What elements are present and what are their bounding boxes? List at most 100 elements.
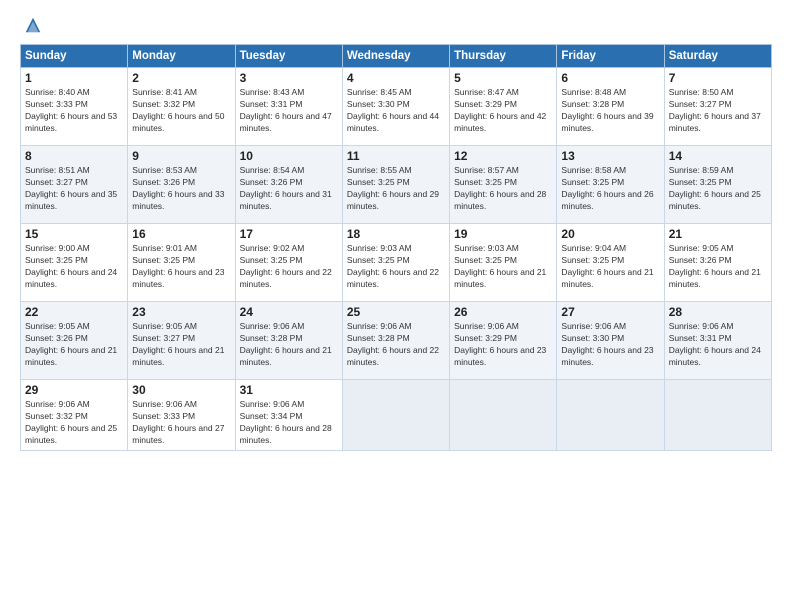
table-row: 8 Sunrise: 8:51 AMSunset: 3:27 PMDaylight… <box>21 146 128 224</box>
day-number: 10 <box>240 149 338 163</box>
day-number: 26 <box>454 305 552 319</box>
day-number: 4 <box>347 71 445 85</box>
table-row: 9 Sunrise: 8:53 AMSunset: 3:26 PMDaylight… <box>128 146 235 224</box>
table-row: 14Sunrise: 8:59 AMSunset: 3:25 PMDayligh… <box>664 146 771 224</box>
col-saturday: Saturday <box>664 45 771 68</box>
day-info: Sunrise: 9:06 AMSunset: 3:28 PMDaylight:… <box>240 321 338 369</box>
col-thursday: Thursday <box>450 45 557 68</box>
day-info: Sunrise: 8:41 AMSunset: 3:32 PMDaylight:… <box>132 87 230 135</box>
table-row: 22 Sunrise: 9:05 AMSunset: 3:26 PMDayligh… <box>21 302 128 380</box>
table-row: 20 Sunrise: 9:04 AMSunset: 3:25 PMDayligh… <box>557 224 664 302</box>
table-row: 10 Sunrise: 8:54 AMSunset: 3:26 PMDayligh… <box>235 146 342 224</box>
table-row: 31 Sunrise: 9:06 AMSunset: 3:34 PMDayligh… <box>235 380 342 451</box>
day-number: 5 <box>454 71 552 85</box>
day-number: 24 <box>240 305 338 319</box>
table-row: 6 Sunrise: 8:48 AMSunset: 3:28 PMDaylight… <box>557 68 664 146</box>
table-row: 29Sunrise: 9:06 AMSunset: 3:32 PMDayligh… <box>21 380 128 451</box>
day-info: Sunrise: 8:58 AMSunset: 3:25 PMDaylight:… <box>561 165 659 213</box>
day-number: 9 <box>132 149 230 163</box>
col-tuesday: Tuesday <box>235 45 342 68</box>
day-number: 28 <box>669 305 767 319</box>
table-row: 3 Sunrise: 8:43 AMSunset: 3:31 PMDaylight… <box>235 68 342 146</box>
table-row: 19 Sunrise: 9:03 AMSunset: 3:25 PMDayligh… <box>450 224 557 302</box>
day-number: 31 <box>240 383 338 397</box>
day-number: 1 <box>25 71 123 85</box>
table-row: 23 Sunrise: 9:05 AMSunset: 3:27 PMDayligh… <box>128 302 235 380</box>
day-number: 11 <box>347 149 445 163</box>
table-row: 4 Sunrise: 8:45 AMSunset: 3:30 PMDaylight… <box>342 68 449 146</box>
table-row: 13 Sunrise: 8:58 AMSunset: 3:25 PMDayligh… <box>557 146 664 224</box>
day-info: Sunrise: 9:01 AMSunset: 3:25 PMDaylight:… <box>132 243 230 291</box>
day-info: Sunrise: 9:04 AMSunset: 3:25 PMDaylight:… <box>561 243 659 291</box>
day-number: 2 <box>132 71 230 85</box>
day-number: 19 <box>454 227 552 241</box>
table-row: 11Sunrise: 8:55 AMSunset: 3:25 PMDayligh… <box>342 146 449 224</box>
table-row <box>342 380 449 451</box>
col-wednesday: Wednesday <box>342 45 449 68</box>
table-row: 17 Sunrise: 9:02 AMSunset: 3:25 PMDayligh… <box>235 224 342 302</box>
day-info: Sunrise: 9:06 AMSunset: 3:33 PMDaylight:… <box>132 399 230 447</box>
table-row: 1 Sunrise: 8:40 AMSunset: 3:33 PMDaylight… <box>21 68 128 146</box>
day-info: Sunrise: 9:03 AMSunset: 3:25 PMDaylight:… <box>347 243 445 291</box>
day-number: 27 <box>561 305 659 319</box>
day-info: Sunrise: 8:53 AMSunset: 3:26 PMDaylight:… <box>132 165 230 213</box>
calendar-page: Sunday Monday Tuesday Wednesday Thursday… <box>0 0 792 612</box>
day-number: 25 <box>347 305 445 319</box>
day-number: 22 <box>25 305 123 319</box>
table-row: 21Sunrise: 9:05 AMSunset: 3:26 PMDayligh… <box>664 224 771 302</box>
table-row: 30Sunrise: 9:06 AMSunset: 3:33 PMDayligh… <box>128 380 235 451</box>
day-info: Sunrise: 8:47 AMSunset: 3:29 PMDaylight:… <box>454 87 552 135</box>
day-info: Sunrise: 8:54 AMSunset: 3:26 PMDaylight:… <box>240 165 338 213</box>
day-number: 8 <box>25 149 123 163</box>
calendar-table: Sunday Monday Tuesday Wednesday Thursday… <box>20 44 772 451</box>
col-sunday: Sunday <box>21 45 128 68</box>
table-row: 26 Sunrise: 9:06 AMSunset: 3:29 PMDayligh… <box>450 302 557 380</box>
table-row: 18 Sunrise: 9:03 AMSunset: 3:25 PMDayligh… <box>342 224 449 302</box>
calendar-header-row: Sunday Monday Tuesday Wednesday Thursday… <box>21 45 772 68</box>
table-row: 24 Sunrise: 9:06 AMSunset: 3:28 PMDayligh… <box>235 302 342 380</box>
table-row: 25 Sunrise: 9:06 AMSunset: 3:28 PMDayligh… <box>342 302 449 380</box>
day-number: 12 <box>454 149 552 163</box>
day-number: 13 <box>561 149 659 163</box>
table-row: 5 Sunrise: 8:47 AMSunset: 3:29 PMDaylight… <box>450 68 557 146</box>
day-number: 21 <box>669 227 767 241</box>
day-info: Sunrise: 9:06 AMSunset: 3:32 PMDaylight:… <box>25 399 123 447</box>
day-number: 6 <box>561 71 659 85</box>
day-info: Sunrise: 8:57 AMSunset: 3:25 PMDaylight:… <box>454 165 552 213</box>
day-info: Sunrise: 9:05 AMSunset: 3:26 PMDaylight:… <box>25 321 123 369</box>
day-info: Sunrise: 8:48 AMSunset: 3:28 PMDaylight:… <box>561 87 659 135</box>
day-info: Sunrise: 8:43 AMSunset: 3:31 PMDaylight:… <box>240 87 338 135</box>
table-row: 12 Sunrise: 8:57 AMSunset: 3:25 PMDayligh… <box>450 146 557 224</box>
day-number: 18 <box>347 227 445 241</box>
col-monday: Monday <box>128 45 235 68</box>
day-number: 20 <box>561 227 659 241</box>
day-number: 15 <box>25 227 123 241</box>
day-number: 23 <box>132 305 230 319</box>
day-info: Sunrise: 8:40 AMSunset: 3:33 PMDaylight:… <box>25 87 123 135</box>
day-info: Sunrise: 9:05 AMSunset: 3:27 PMDaylight:… <box>132 321 230 369</box>
day-info: Sunrise: 8:59 AMSunset: 3:25 PMDaylight:… <box>669 165 767 213</box>
header <box>20 16 772 34</box>
day-info: Sunrise: 9:06 AMSunset: 3:31 PMDaylight:… <box>669 321 767 369</box>
day-number: 16 <box>132 227 230 241</box>
table-row: 28 Sunrise: 9:06 AMSunset: 3:31 PMDayligh… <box>664 302 771 380</box>
day-number: 17 <box>240 227 338 241</box>
day-info: Sunrise: 8:45 AMSunset: 3:30 PMDaylight:… <box>347 87 445 135</box>
logo <box>20 16 42 34</box>
day-info: Sunrise: 9:06 AMSunset: 3:34 PMDaylight:… <box>240 399 338 447</box>
table-row: 15 Sunrise: 9:00 AMSunset: 3:25 PMDayligh… <box>21 224 128 302</box>
day-info: Sunrise: 8:51 AMSunset: 3:27 PMDaylight:… <box>25 165 123 213</box>
day-number: 3 <box>240 71 338 85</box>
table-row <box>664 380 771 451</box>
day-info: Sunrise: 9:02 AMSunset: 3:25 PMDaylight:… <box>240 243 338 291</box>
day-info: Sunrise: 9:06 AMSunset: 3:29 PMDaylight:… <box>454 321 552 369</box>
col-friday: Friday <box>557 45 664 68</box>
logo-icon <box>24 16 42 34</box>
table-row <box>450 380 557 451</box>
day-info: Sunrise: 8:50 AMSunset: 3:27 PMDaylight:… <box>669 87 767 135</box>
day-info: Sunrise: 9:00 AMSunset: 3:25 PMDaylight:… <box>25 243 123 291</box>
table-row: 27Sunrise: 9:06 AMSunset: 3:30 PMDayligh… <box>557 302 664 380</box>
day-info: Sunrise: 9:03 AMSunset: 3:25 PMDaylight:… <box>454 243 552 291</box>
table-row: 2 Sunrise: 8:41 AMSunset: 3:32 PMDaylight… <box>128 68 235 146</box>
day-info: Sunrise: 9:06 AMSunset: 3:28 PMDaylight:… <box>347 321 445 369</box>
